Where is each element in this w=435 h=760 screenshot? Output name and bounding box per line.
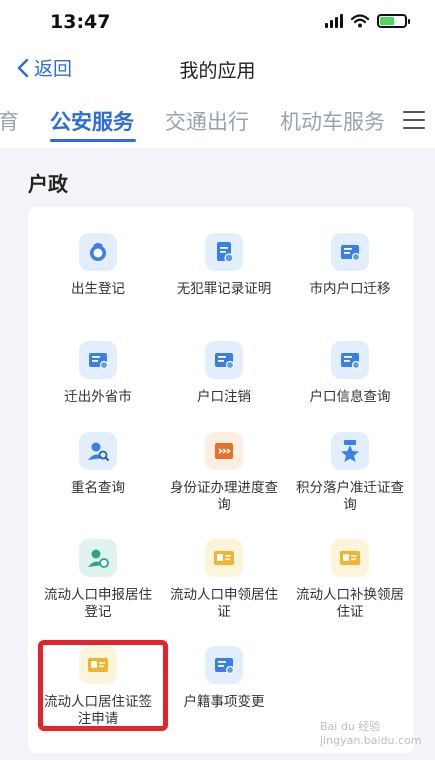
app-no-criminal-record[interactable]: 无犯罪记录证明 bbox=[160, 233, 288, 298]
person-refresh-icon bbox=[79, 539, 117, 577]
app-in-city-household-migration[interactable]: 市内户口迁移 bbox=[286, 233, 414, 298]
wifi-icon bbox=[351, 14, 369, 28]
star-badge-icon bbox=[331, 432, 369, 470]
app-duplicate-name-query[interactable]: 重名查询 bbox=[34, 432, 162, 497]
app-label: 无犯罪记录证明 bbox=[176, 281, 272, 297]
status-time: 13:47 bbox=[50, 11, 111, 33]
app-label: 户口注销 bbox=[197, 389, 251, 405]
highlight-box bbox=[38, 640, 168, 731]
app-label: 户籍事项变更 bbox=[183, 694, 265, 710]
menu-icon[interactable] bbox=[397, 92, 435, 148]
watermark-url: jingyan.baidu.com bbox=[320, 734, 422, 747]
app-household-cancellation[interactable]: 户口注销 bbox=[160, 341, 288, 406]
app-move-out-province[interactable]: 迁出外省市 bbox=[34, 341, 162, 406]
tab-education[interactable]: 育 bbox=[0, 106, 19, 136]
baby-icon bbox=[79, 233, 117, 271]
app-household-matter-change[interactable]: 户籍事项变更 bbox=[160, 646, 288, 711]
section-title: 户政 bbox=[28, 172, 68, 196]
household-card-icon bbox=[205, 646, 243, 684]
app-points-settlement-query[interactable]: 积分落户准迁证查询 bbox=[286, 432, 414, 514]
app-label: 身份证办理进度查询 bbox=[170, 480, 278, 513]
battery-icon bbox=[377, 14, 410, 28]
watermark-text: Bai du 经验 bbox=[320, 720, 381, 733]
app-label: 户口信息查询 bbox=[309, 389, 391, 405]
tab-public-security[interactable]: 公安服务 bbox=[50, 106, 134, 136]
active-tab-indicator bbox=[50, 139, 136, 142]
app-label: 迁出外省市 bbox=[64, 389, 132, 405]
status-bar: 13:47 bbox=[0, 0, 435, 46]
household-card-icon bbox=[205, 341, 243, 379]
household-card-icon bbox=[331, 341, 369, 379]
app-floating-residence-permit-apply[interactable]: 流动人口申领居住证 bbox=[160, 539, 288, 621]
app-label: 重名查询 bbox=[71, 480, 125, 496]
id-card-icon bbox=[205, 539, 243, 577]
person-search-icon bbox=[79, 432, 117, 470]
nav-bar: 返回 我的应用 bbox=[0, 46, 435, 92]
app-label: 流动人口申报居住登记 bbox=[44, 587, 152, 620]
household-card-icon bbox=[331, 233, 369, 271]
page-title: 我的应用 bbox=[179, 60, 256, 82]
tab-bar: 育 公安服务 交通出行 机动车服务 bbox=[0, 92, 435, 148]
app-label: 流动人口补换领居住证 bbox=[296, 587, 404, 620]
app-label: 出生登记 bbox=[71, 281, 125, 297]
household-card-icon bbox=[79, 341, 117, 379]
app-floating-residence-registration[interactable]: 流动人口申报居住登记 bbox=[34, 539, 162, 621]
document-icon bbox=[205, 233, 243, 271]
signal-icon bbox=[325, 14, 343, 28]
progress-icon bbox=[205, 432, 243, 470]
watermark: Bai du 经验 jingyan.baidu.com bbox=[320, 718, 422, 747]
app-id-card-progress[interactable]: 身份证办理进度查询 bbox=[160, 432, 288, 514]
tab-traffic[interactable]: 交通出行 bbox=[165, 106, 249, 136]
id-card-icon bbox=[331, 539, 369, 577]
status-icons bbox=[325, 14, 410, 28]
app-floating-residence-permit-replace[interactable]: 流动人口补换领居住证 bbox=[286, 539, 414, 621]
app-label: 积分落户准迁证查询 bbox=[296, 480, 404, 513]
tab-vehicle-service[interactable]: 机动车服务 bbox=[280, 106, 385, 136]
app-label: 市内户口迁移 bbox=[309, 281, 391, 297]
app-household-info-query[interactable]: 户口信息查询 bbox=[286, 341, 414, 406]
app-birth-registration[interactable]: 出生登记 bbox=[34, 233, 162, 298]
app-label: 流动人口申领居住证 bbox=[170, 587, 278, 620]
